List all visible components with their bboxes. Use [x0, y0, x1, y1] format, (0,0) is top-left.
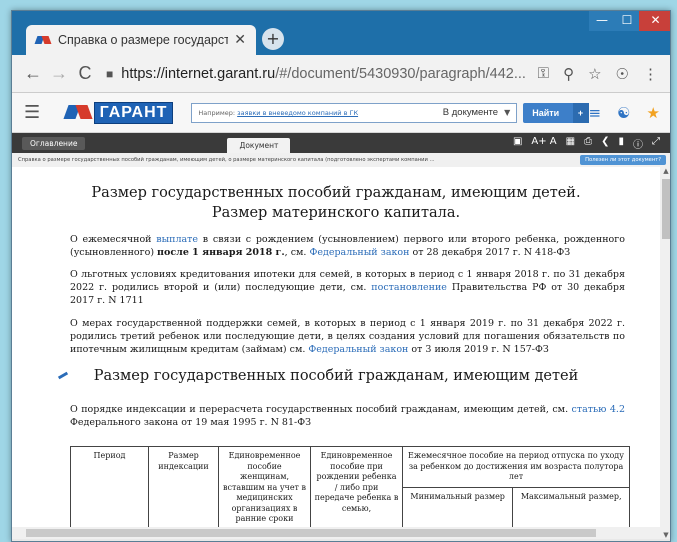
maximize-button[interactable]: ☐	[615, 11, 639, 31]
link-article-4-2[interactable]: статью 4.2	[572, 404, 625, 415]
link-monthly-benefit[interactable]: Ежемесячное пособие	[408, 451, 503, 460]
table-row: Период Размер индексации Единовременное …	[70, 446, 630, 539]
forward-arrow-icon[interactable]: →	[46, 63, 72, 84]
chevron-down-icon[interactable]: ▼	[504, 108, 516, 117]
garant-logo-text: ГАРАНТ	[93, 101, 174, 124]
document-title-line2: Размер материнского капитала.	[211, 205, 461, 221]
save-icon[interactable]: ▦	[566, 136, 575, 151]
back-arrow-icon[interactable]: ←	[20, 63, 46, 84]
breadcrumb: Справка о размере государственных пособи…	[12, 153, 670, 167]
note-paragraph-2: О льготных условиях кредитования ипотеки…	[70, 269, 625, 306]
browser-window: Справка о размере государстве ✕ + — ☐ ✕ …	[11, 10, 671, 542]
expand-icon[interactable]: ⤢	[652, 136, 660, 151]
header-monthly-benefit: Ежемесячное пособие на период отпуска по…	[402, 446, 630, 488]
zoom-icon[interactable]: ⚲	[563, 65, 574, 83]
find-options-icon[interactable]: +	[572, 102, 589, 123]
tab-close-icon[interactable]: ✕	[234, 32, 246, 48]
link-vyplata[interactable]: выплате	[156, 234, 198, 245]
garant-toolbar: ☰ ГАРАНТ Например: заявки в вневедомо ко…	[12, 93, 670, 133]
compare-icon[interactable]: ≡	[589, 104, 602, 122]
note-paragraph-1: О ежемесячной выплате в связи с рождение…	[70, 234, 625, 258]
horizontal-scrollbar[interactable]	[12, 527, 660, 539]
folder-icon[interactable]: ▣	[513, 136, 522, 151]
header-one-time-benefit-early: Единовременное пособие женщинам, вставши…	[218, 446, 311, 539]
tab-document[interactable]: Документ	[227, 138, 291, 153]
link-one-time-benefit[interactable]: Единовременное пособие	[229, 451, 301, 471]
url-host: https://internet.garant.ru	[121, 65, 276, 82]
users-icon[interactable]: ☯	[617, 104, 630, 122]
find-button-label: Найти	[532, 107, 560, 118]
link-federal-law-418[interactable]: Федеральный закон	[309, 247, 409, 258]
info-icon[interactable]: ⓘ	[633, 136, 643, 151]
favorites-star-icon[interactable]: ★	[647, 104, 660, 122]
vertical-scroll-thumb[interactable]	[662, 179, 670, 239]
header-index: Размер индексации	[148, 446, 219, 539]
url-input[interactable]: ■ https://internet.garant.ru/#/document/…	[106, 60, 526, 88]
tab-table-of-contents[interactable]: Оглавление	[22, 136, 86, 150]
scroll-up-icon[interactable]: ▲	[660, 167, 670, 175]
hamburger-menu-icon[interactable]: ☰	[24, 102, 52, 123]
share-icon[interactable]: ❮	[601, 136, 609, 151]
print-icon[interactable]: ⎙	[584, 136, 592, 151]
browser-tab[interactable]: Справка о размере государстве ✕	[26, 25, 256, 55]
feedback-button[interactable]: Полезен ли этот документ?	[580, 155, 666, 165]
search-scope-select[interactable]: В документе	[443, 107, 504, 118]
font-size-control[interactable]: A+ A	[531, 136, 556, 151]
garant-logo-mark-icon	[64, 103, 94, 123]
account-icon[interactable]: ☉	[616, 65, 629, 83]
tab-title: Справка о размере государстве	[58, 33, 229, 47]
search-placeholder: Например: заявки в вневедомо компаний в …	[198, 108, 359, 117]
garant-toolbar-icons: ≡ ☯ ★	[589, 104, 660, 122]
vertical-scrollbar[interactable]: ▲ ▼	[660, 167, 670, 539]
garant-favicon-icon	[36, 34, 52, 46]
note-paragraph-3: О мерах государственной поддержки семей,…	[70, 318, 625, 355]
scroll-down-icon[interactable]: ▼	[660, 531, 670, 539]
bookmark-star-icon[interactable]: ☆	[588, 65, 601, 83]
garant-logo[interactable]: ГАРАНТ	[64, 99, 174, 127]
title-bar: Справка о размере государстве ✕ + — ☐ ✕	[12, 11, 670, 55]
new-tab-button[interactable]: +	[262, 28, 284, 50]
address-bar-icons: ⚿ ⚲ ☆ ☉ ⋮	[538, 65, 658, 83]
url-path: /#/document/5430930/paragraph/442...	[275, 65, 526, 82]
breadcrumb-text: Справка о размере государственных пособи…	[18, 157, 435, 163]
lock-icon: ■	[106, 66, 114, 81]
document-body: Размер государственных пособий гражданам…	[12, 167, 660, 539]
note-paragraph-4: О порядке индексации и перерасчета госуд…	[70, 404, 625, 428]
document-tools: ▣ A+ A ▦ ⎙ ❮ ▮ ⓘ ⤢	[513, 136, 660, 151]
browser-menu-icon[interactable]: ⋮	[643, 65, 658, 83]
header-period: Период	[70, 446, 149, 539]
close-window-button[interactable]: ✕	[639, 11, 670, 31]
find-button[interactable]: Найти +	[523, 102, 589, 123]
key-icon[interactable]: ⚿	[538, 65, 549, 83]
reload-icon[interactable]: C	[72, 63, 98, 84]
address-bar: ← → C ■ https://internet.garant.ru/#/doc…	[12, 55, 670, 93]
document-search-input[interactable]: Например: заявки в вневедомо компаний в …	[191, 102, 518, 123]
document-title-line1: Размер государственных пособий гражданам…	[91, 185, 581, 201]
minimize-button[interactable]: —	[589, 11, 615, 31]
document-tabs-bar: Оглавление Документ ▣ A+ A ▦ ⎙ ❮ ▮ ⓘ ⤢	[12, 133, 670, 153]
link-postanovlenie[interactable]: постановление	[371, 282, 447, 293]
link-federal-law-157[interactable]: Федеральный закон	[308, 344, 408, 355]
benefits-table: Период Размер индексации Единовременное …	[70, 446, 630, 539]
section-title: Размер государственных пособий гражданам…	[93, 368, 579, 384]
header-one-time-benefit-birth: Единовременное пособие при рождении ребе…	[310, 446, 403, 539]
horizontal-scroll-thumb[interactable]	[26, 529, 596, 537]
bookmark-icon[interactable]: ▮	[618, 136, 624, 151]
